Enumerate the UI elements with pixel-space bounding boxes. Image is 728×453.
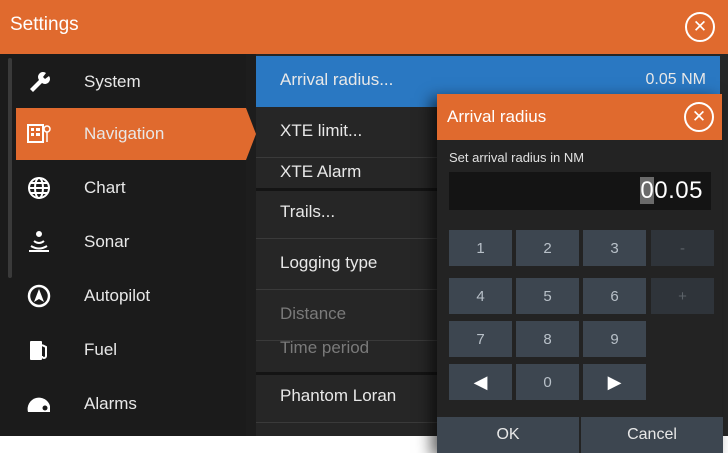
dialog-title-bar: Arrival radius ✕ [437,94,722,140]
key-2[interactable]: 2 [516,230,579,266]
key-4[interactable]: 4 [449,278,512,314]
sidebar-scrollbar[interactable] [8,58,12,278]
arrival-radius-input[interactable]: 00.05 [449,172,711,210]
cancel-button[interactable]: Cancel [581,417,723,453]
sidebar-item-label: Chart [84,178,126,197]
sidebar-item-alarms[interactable]: Alarms [16,378,246,430]
wrench-icon [26,69,52,95]
key-0[interactable]: 0 [516,364,579,400]
key-plus: + [651,278,714,314]
sidebar-item-system[interactable]: System [16,56,246,108]
key-6[interactable]: 6 [583,278,646,314]
arrival-radius-dialog: Arrival radius ✕ Set arrival radius in N… [437,94,723,453]
arrival-radius-value: 0.05 NM [645,71,706,88]
ok-button[interactable]: OK [437,417,579,453]
text-cursor: 0 [640,177,655,204]
title-bar: Settings ✕ [0,0,728,54]
key-3[interactable]: 3 [583,230,646,266]
sidebar-item-fuel[interactable]: Fuel [16,324,246,376]
close-icon: ✕ [691,107,707,126]
cursor-right-button[interactable]: ▶ [583,364,646,400]
dialog-title: Arrival radius [447,107,547,126]
sonar-icon [26,229,52,255]
sidebar-item-navigation[interactable]: Navigation [16,108,256,160]
navigation-icon [26,121,52,147]
list-item-label: Trails... [280,202,336,221]
sidebar-item-label: Alarms [84,394,137,413]
key-1[interactable]: 1 [449,230,512,266]
sidebar-item-label: System [84,72,141,91]
fuel-icon [26,337,52,363]
key-minus: - [651,230,714,266]
cursor-left-button[interactable]: ◀ [449,364,512,400]
input-value-rest: 0.05 [654,177,703,204]
list-item-label: Time period [280,338,370,357]
autopilot-icon [26,283,52,309]
sidebar-item-sonar[interactable]: Sonar [16,216,246,268]
right-arrow-icon: ▶ [607,371,622,392]
window-title: Settings [10,14,79,35]
close-button[interactable]: ✕ [685,12,715,42]
list-item-label: Distance [280,304,347,323]
list-item-label: Phantom Loran [280,386,397,405]
sidebar-item-chart[interactable]: Chart [16,162,246,214]
dialog-close-button[interactable]: ✕ [684,102,714,132]
left-arrow-icon: ◀ [473,371,488,392]
key-5[interactable]: 5 [516,278,579,314]
sidebar-item-label: Fuel [84,340,118,359]
sidebar-item-label: Autopilot [84,286,151,305]
close-icon: ✕ [692,17,708,36]
list-item-label: Arrival radius... [280,70,394,89]
input-value: 00.05 [640,177,703,205]
sidebar-item-autopilot[interactable]: Autopilot [16,270,246,322]
alarm-icon [26,391,52,417]
key-7[interactable]: 7 [449,321,512,357]
key-8[interactable]: 8 [516,321,579,357]
sidebar-item-label: Navigation [84,124,165,143]
dialog-prompt: Set arrival radius in NM [449,150,585,165]
list-item-label: XTE Alarm [280,162,362,181]
list-item-label: Logging type [280,253,378,272]
key-9[interactable]: 9 [583,321,646,357]
globe-icon [26,175,52,201]
sidebar-item-label: Sonar [84,232,130,251]
